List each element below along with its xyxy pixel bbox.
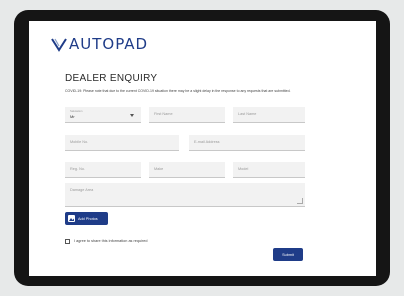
autopad-logo: AUTOPAD bbox=[51, 34, 148, 54]
image-icon bbox=[68, 215, 75, 222]
submit-label: Submit bbox=[282, 252, 294, 257]
salutation-value: Mr bbox=[70, 114, 75, 119]
submit-button[interactable]: Submit bbox=[273, 248, 303, 261]
last-name-field[interactable]: Last Name bbox=[233, 107, 305, 123]
brand-name: AUTOPAD bbox=[69, 35, 149, 53]
damage-area-placeholder: Damage Area bbox=[70, 188, 94, 192]
consent-label: I agree to share this information as req… bbox=[74, 239, 148, 243]
email-field[interactable]: E-mail Address bbox=[189, 135, 305, 151]
last-name-placeholder: Last Name bbox=[238, 112, 257, 116]
chevron-down-icon bbox=[130, 114, 134, 117]
model-placeholder: Model bbox=[238, 167, 249, 171]
model-field[interactable]: Model bbox=[233, 162, 305, 178]
salutation-label: Salutation bbox=[70, 109, 83, 113]
first-name-field[interactable]: First Name bbox=[149, 107, 225, 123]
reg-no-field[interactable]: Reg. No. bbox=[65, 162, 141, 178]
email-placeholder: E-mail Address bbox=[194, 140, 220, 144]
add-photos-button[interactable]: Add Photos bbox=[65, 212, 108, 225]
salutation-select[interactable]: Salutation Mr bbox=[65, 107, 141, 123]
first-name-placeholder: First Name bbox=[154, 112, 173, 116]
reg-no-placeholder: Reg. No. bbox=[70, 167, 85, 171]
damage-area-textarea[interactable]: Damage Area bbox=[65, 183, 305, 207]
mobile-field[interactable]: Mobile No. bbox=[65, 135, 179, 151]
mobile-placeholder: Mobile No. bbox=[70, 140, 89, 144]
consent-checkbox[interactable] bbox=[65, 239, 70, 244]
autopad-logo-icon bbox=[51, 38, 67, 52]
make-field[interactable]: Make bbox=[149, 162, 225, 178]
resize-handle-icon[interactable] bbox=[297, 198, 303, 204]
tablet-screen: AUTOPAD DEALER ENQUIRY COVID-19: Please … bbox=[29, 21, 376, 276]
covid-notice: COVID-19: Please note that due to the cu… bbox=[65, 89, 291, 93]
add-photos-label: Add Photos bbox=[78, 216, 98, 221]
make-placeholder: Make bbox=[154, 167, 164, 171]
page-title: DEALER ENQUIRY bbox=[65, 73, 158, 84]
